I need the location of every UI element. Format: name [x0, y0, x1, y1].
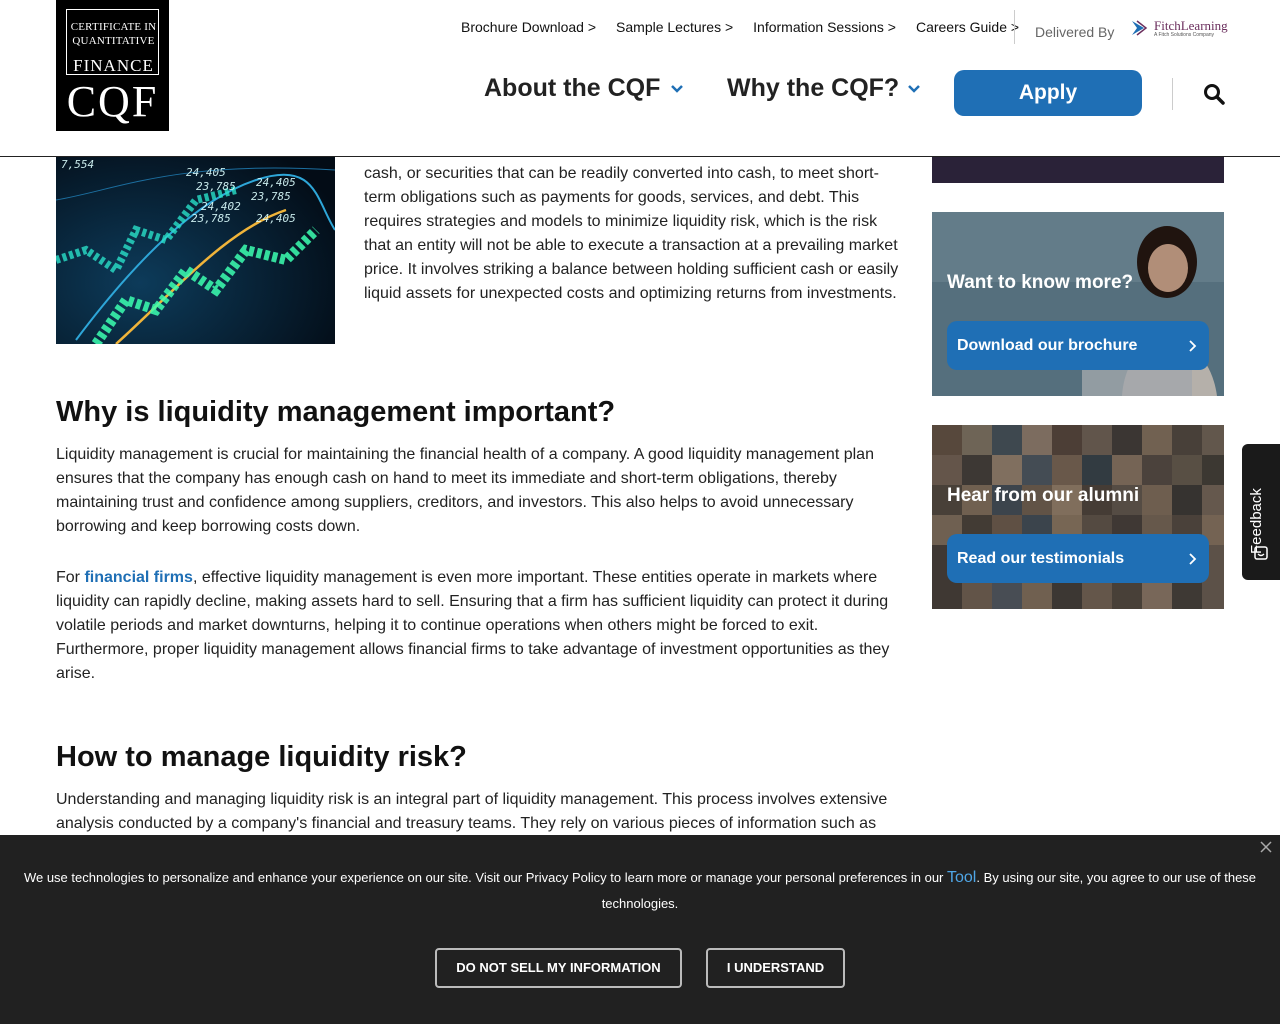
information-sessions-link[interactable]: Information Sessions >	[753, 19, 896, 35]
cookie-banner	[0, 835, 1280, 1024]
close-icon[interactable]	[1259, 840, 1273, 854]
cqf-logo[interactable]: CERTIFICATE IN QUANTITATIVE FINANCE CQF	[56, 0, 169, 131]
chevron-down-icon[interactable]	[670, 82, 684, 96]
logo-line-2: QUANTITATIVE	[72, 35, 155, 47]
hero-chart-image: 24,405 24,405 23,785 23,785 24,402 24,40…	[56, 140, 335, 344]
sample-lectures-link[interactable]: Sample Lectures >	[616, 19, 733, 35]
feedback-icon	[1254, 546, 1268, 560]
brochure-card-title: Want to know more?	[947, 272, 1134, 293]
cookie-message: We use technologies to personalize and e…	[20, 865, 1260, 917]
financial-firms-paragraph: For financial firms, effective liquidity…	[56, 566, 896, 686]
svg-text:24,405: 24,405	[256, 176, 296, 189]
logo-finance-text: FINANCE	[73, 56, 154, 75]
svg-text:23,785: 23,785	[191, 212, 231, 225]
feedback-tab[interactable]: Feedback	[1242, 444, 1280, 580]
svg-text:24,405: 24,405	[186, 166, 226, 179]
read-testimonials-button[interactable]: Read our testimonials	[947, 534, 1209, 583]
apply-button[interactable]: Apply	[954, 70, 1142, 116]
svg-text:24,405: 24,405	[256, 212, 296, 225]
divider	[1014, 10, 1015, 44]
download-brochure-label: Download our brochure	[957, 337, 1138, 354]
importance-paragraph: Liquidity management is crucial for main…	[56, 446, 874, 535]
logo-line-1: CERTIFICATE IN	[70, 21, 157, 33]
fitch-arrow-icon	[1132, 20, 1148, 36]
fitch-learning-logo[interactable]: FitchLearning A Fitch Solutions Company	[1130, 18, 1228, 40]
svg-text:7,554: 7,554	[61, 158, 94, 171]
cookie-tool-link[interactable]: Tool	[947, 869, 976, 886]
svg-text:23,785: 23,785	[251, 190, 291, 203]
logo-certificate-text: CERTIFICATE IN QUANTITATIVE	[67, 20, 160, 48]
nav-about-cqf[interactable]: About the CQF	[484, 74, 660, 103]
chevron-right-icon	[1189, 340, 1197, 352]
top-links: Brochure Download > Sample Lectures > In…	[461, 19, 1039, 35]
search-icon[interactable]	[1203, 83, 1225, 105]
chevron-down-icon[interactable]	[907, 82, 921, 96]
download-brochure-button[interactable]: Download our brochure	[947, 321, 1209, 370]
careers-guide-link[interactable]: Careers Guide >	[916, 19, 1019, 35]
site-header: CERTIFICATE IN QUANTITATIVE FINANCE CQF …	[0, 0, 1280, 157]
read-testimonials-label: Read our testimonials	[957, 550, 1125, 567]
logo-cqf-text: CQF	[66, 77, 159, 126]
manage-risk-paragraph: Understanding and managing liquidity ris…	[56, 791, 888, 832]
nav-why-cqf[interactable]: Why the CQF?	[727, 74, 899, 103]
svg-text:23,785: 23,785	[196, 180, 236, 193]
intro-paragraph: cash, or securities that can be readily …	[364, 165, 899, 302]
firms-prefix: For	[56, 569, 85, 586]
cookie-text-before: We use technologies to personalize and e…	[23, 870, 947, 885]
testimonials-card: Hear from our alumni Read our testimonia…	[932, 425, 1224, 609]
delivered-by-label: Delivered By	[1035, 24, 1115, 40]
financial-firms-link[interactable]: financial firms	[84, 569, 192, 586]
logo-frame: CERTIFICATE IN QUANTITATIVE FINANCE	[66, 9, 159, 75]
chevron-right-icon	[1189, 553, 1197, 565]
testimonials-card-title: Hear from our alumni	[947, 485, 1140, 506]
fitch-sub: A Fitch Solutions Company	[1154, 32, 1215, 38]
i-understand-button[interactable]: I UNDERSTAND	[706, 948, 845, 988]
brochure-card: Want to know more? Download our brochure	[932, 212, 1224, 396]
section-heading-importance: Why is liquidity management important?	[56, 396, 616, 428]
feedback-label: Feedback	[1248, 488, 1265, 554]
section-heading-manage-risk: How to manage liquidity risk?	[56, 741, 467, 773]
divider	[1172, 78, 1173, 110]
brochure-download-link[interactable]: Brochure Download >	[461, 19, 596, 35]
do-not-sell-button[interactable]: DO NOT SELL MY INFORMATION	[435, 948, 682, 988]
financial-chart-illustration: 24,405 24,405 23,785 23,785 24,402 24,40…	[56, 140, 335, 344]
